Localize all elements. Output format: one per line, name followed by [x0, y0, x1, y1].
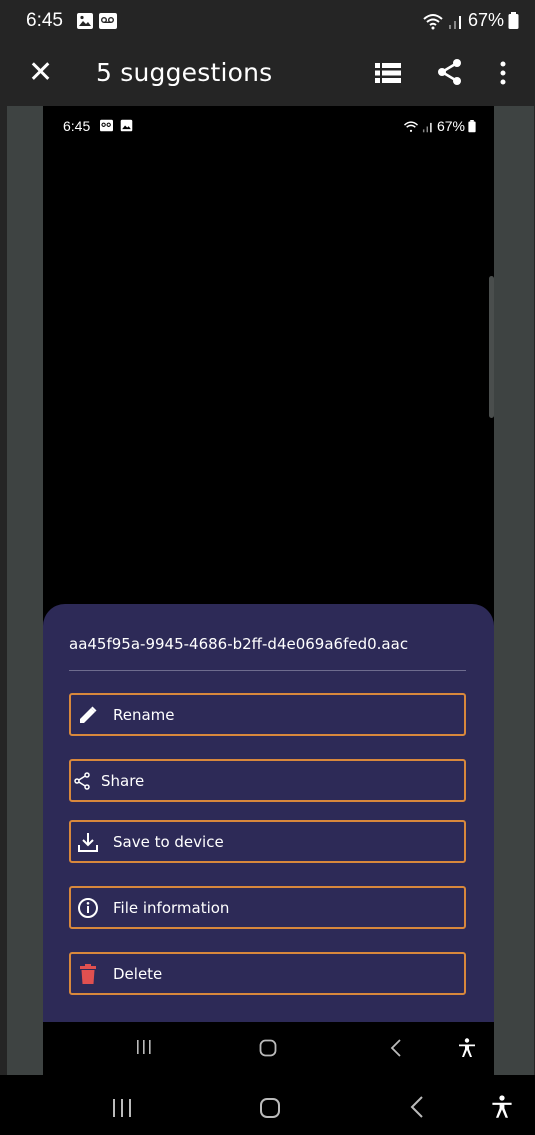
gallery-icon [120, 119, 133, 132]
home-icon [259, 1039, 277, 1062]
recents-icon [136, 1039, 152, 1060]
file-options-sheet: aa45f95a-9945-4686-b2ff-d4e069a6fed0.aac… [43, 604, 494, 1022]
file-name: aa45f95a-9945-4686-b2ff-d4e069a6fed0.aac [69, 635, 409, 653]
recents-button[interactable] [112, 1098, 132, 1123]
accessibility-icon [458, 1038, 476, 1063]
status-bar: 6:45 67% [0, 0, 535, 44]
download-icon [73, 831, 103, 853]
rename-button[interactable]: Rename [69, 693, 466, 736]
scroll-handle[interactable] [489, 276, 494, 418]
save-to-device-button[interactable]: Save to device [69, 820, 466, 863]
page-title: 5 suggestions [96, 58, 273, 87]
divider [69, 670, 466, 671]
status-right: 67% [422, 10, 519, 31]
share-icon [73, 771, 91, 790]
share-button[interactable]: Share [69, 759, 466, 802]
close-icon[interactable]: ✕ [28, 58, 53, 88]
more-options-icon[interactable] [499, 61, 507, 90]
file-information-button[interactable]: File information [69, 886, 466, 929]
pencil-icon [73, 704, 103, 726]
inner-status-time: 6:45 [63, 118, 133, 134]
file-information-label: File information [113, 898, 230, 917]
wifi-icon [423, 13, 443, 29]
status-time: 6:45 [26, 10, 63, 31]
battery-icon [468, 119, 476, 132]
wifi-icon [403, 120, 418, 132]
battery-percent: 67% [467, 10, 504, 30]
delete-label: Delete [113, 964, 163, 983]
inner-status-right: 67% [403, 118, 476, 134]
back-button[interactable] [410, 1096, 424, 1123]
delete-button[interactable]: Delete [69, 952, 466, 995]
app-bar: ✕ 5 suggestions [0, 44, 535, 106]
back-icon [390, 1039, 402, 1062]
signal-icon [422, 122, 432, 132]
system-nav-bar [0, 1075, 535, 1135]
inner-nav-bar [43, 1022, 494, 1075]
inner-battery-percent: 67% [436, 118, 465, 134]
save-label: Save to device [113, 832, 224, 851]
voicemail-icon [98, 12, 118, 35]
info-icon [73, 897, 103, 919]
voicemail-icon [100, 119, 114, 132]
trash-icon [73, 963, 103, 985]
battery-icon [508, 11, 519, 29]
rename-label: Rename [113, 705, 175, 724]
gallery-icon [76, 12, 94, 35]
list-view-icon[interactable] [375, 62, 401, 89]
share-label: Share [101, 771, 145, 790]
home-button[interactable] [259, 1097, 281, 1124]
share-icon[interactable] [437, 58, 463, 91]
accessibility-button[interactable] [491, 1095, 513, 1124]
signal-icon [448, 15, 461, 29]
